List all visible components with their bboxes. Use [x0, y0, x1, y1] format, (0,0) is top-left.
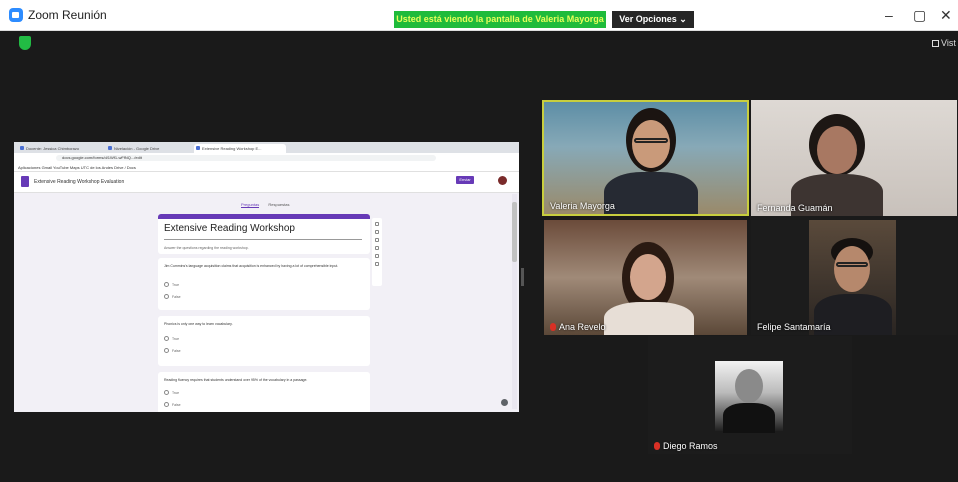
send-button[interactable]: Enviar: [456, 176, 474, 184]
question-card[interactable]: Phonics is only one way to learn vocabul…: [158, 316, 370, 366]
option-true[interactable]: True: [164, 390, 179, 395]
question-text: Jim Cummins's language acquisition claim…: [164, 264, 339, 268]
tab-responses[interactable]: Respuestas: [268, 202, 289, 207]
participant-name-row: Diego Ramos: [654, 441, 718, 451]
browser-tab[interactable]: Docente: Jessica Chimborazo: [18, 144, 102, 153]
participant-name: Diego Ramos: [663, 441, 718, 451]
option-false[interactable]: False: [164, 402, 181, 407]
view-toggle-label: Vist: [941, 38, 956, 48]
browser-tab-active[interactable]: Extensive Reading Workshop E...: [194, 144, 286, 153]
video-tile[interactable]: Fernanda Guamán: [751, 100, 957, 216]
minimize-button[interactable]: –: [885, 7, 893, 23]
video-tile[interactable]: Felipe Santamaría: [751, 220, 957, 335]
participant-face: [630, 254, 666, 300]
form-side-toolbar: [372, 218, 382, 286]
option-false[interactable]: False: [164, 294, 181, 299]
participant-name: Ana Revelo: [559, 322, 606, 332]
add-question-icon[interactable]: [375, 222, 379, 226]
scrollbar[interactable]: [512, 194, 517, 409]
avatar[interactable]: [498, 176, 507, 185]
video-feed: [809, 220, 896, 335]
maximize-button[interactable]: ▢: [913, 7, 926, 24]
view-toggle-button[interactable]: Vist: [932, 38, 956, 48]
shared-screen: Docente: Jessica Chimborazo Nivelación -…: [14, 142, 519, 412]
participant-body: [604, 172, 698, 214]
import-questions-icon[interactable]: [375, 230, 379, 234]
participant-face: [735, 369, 763, 403]
participant-face: [817, 126, 857, 174]
view-options-button[interactable]: Ver Opciones ⌄: [612, 11, 694, 28]
title-underline: [164, 239, 362, 240]
profile-picture: [715, 361, 783, 433]
bookmarks-bar: Aplicaciones Gmail YouTube Maps UTC de l…: [14, 163, 519, 172]
form-title[interactable]: Extensive Reading Workshop: [164, 223, 295, 234]
participant-name: Felipe Santamaría: [757, 322, 831, 332]
glasses-icon: [634, 138, 668, 143]
participant-face: [632, 120, 670, 168]
title-bar: Zoom Reunión Usted está viendo la pantal…: [0, 0, 958, 31]
participant-face: [834, 246, 870, 292]
mic-muted-icon: [654, 442, 660, 450]
form-header-card: Extensive Reading Workshop Answer the qu…: [158, 214, 370, 254]
option-true[interactable]: True: [164, 282, 179, 287]
security-shield-icon[interactable]: [19, 36, 31, 50]
add-section-icon[interactable]: [375, 262, 379, 266]
close-button[interactable]: ✕: [940, 7, 952, 24]
question-text: Reading fluency requires that students u…: [164, 378, 308, 382]
participant-name: Fernanda Guamán: [757, 203, 833, 213]
video-tile[interactable]: Ana Revelo: [544, 220, 747, 335]
window-title: Zoom Reunión: [28, 8, 107, 22]
browser-tabstrip: Docente: Jessica Chimborazo Nivelación -…: [14, 142, 519, 153]
participant-body: [723, 403, 775, 433]
question-card[interactable]: Jim Cummins's language acquisition claim…: [158, 258, 370, 310]
form-tabs: Preguntas Respuestas: [241, 202, 297, 208]
video-tile-active-speaker[interactable]: Valeria Mayorga: [542, 100, 749, 216]
add-title-icon[interactable]: [375, 238, 379, 242]
screen-share-banner: Usted está viendo la pantalla de Valeria…: [394, 11, 606, 28]
zoom-logo-icon: [9, 8, 23, 22]
forms-header: Extensive Reading Workshop Evaluation En…: [14, 172, 519, 193]
browser-tab[interactable]: Nivelación - Google Drive: [106, 144, 190, 153]
mic-muted-icon: [550, 323, 556, 331]
question-card[interactable]: Reading fluency requires that students u…: [158, 372, 370, 412]
question-text: Phonics is only one way to learn vocabul…: [164, 322, 233, 326]
participant-name: Valeria Mayorga: [550, 201, 615, 211]
form-description[interactable]: Answer the questions regarding the readi…: [164, 246, 249, 250]
participant-body: [604, 302, 694, 335]
grid-view-icon: [932, 40, 939, 47]
splitter-handle[interactable]: [521, 268, 524, 286]
browser-address-bar: docs.google.com/forms/d/1Wf1-wFfNQ.../ed…: [14, 153, 519, 163]
url-field[interactable]: docs.google.com/forms/d/1Wf1-wFfNQ.../ed…: [56, 155, 436, 161]
video-tile[interactable]: Diego Ramos: [648, 336, 852, 454]
google-forms-icon: [21, 176, 29, 187]
glasses-icon: [836, 262, 868, 267]
scrollbar-thumb[interactable]: [512, 202, 517, 262]
add-video-icon[interactable]: [375, 254, 379, 258]
option-true[interactable]: True: [164, 336, 179, 341]
form-document-title[interactable]: Extensive Reading Workshop Evaluation: [34, 179, 124, 185]
tab-questions[interactable]: Preguntas: [241, 202, 260, 208]
help-icon[interactable]: [501, 399, 508, 406]
option-false[interactable]: False: [164, 348, 181, 353]
participant-name-row: Ana Revelo: [550, 322, 606, 332]
add-image-icon[interactable]: [375, 246, 379, 250]
